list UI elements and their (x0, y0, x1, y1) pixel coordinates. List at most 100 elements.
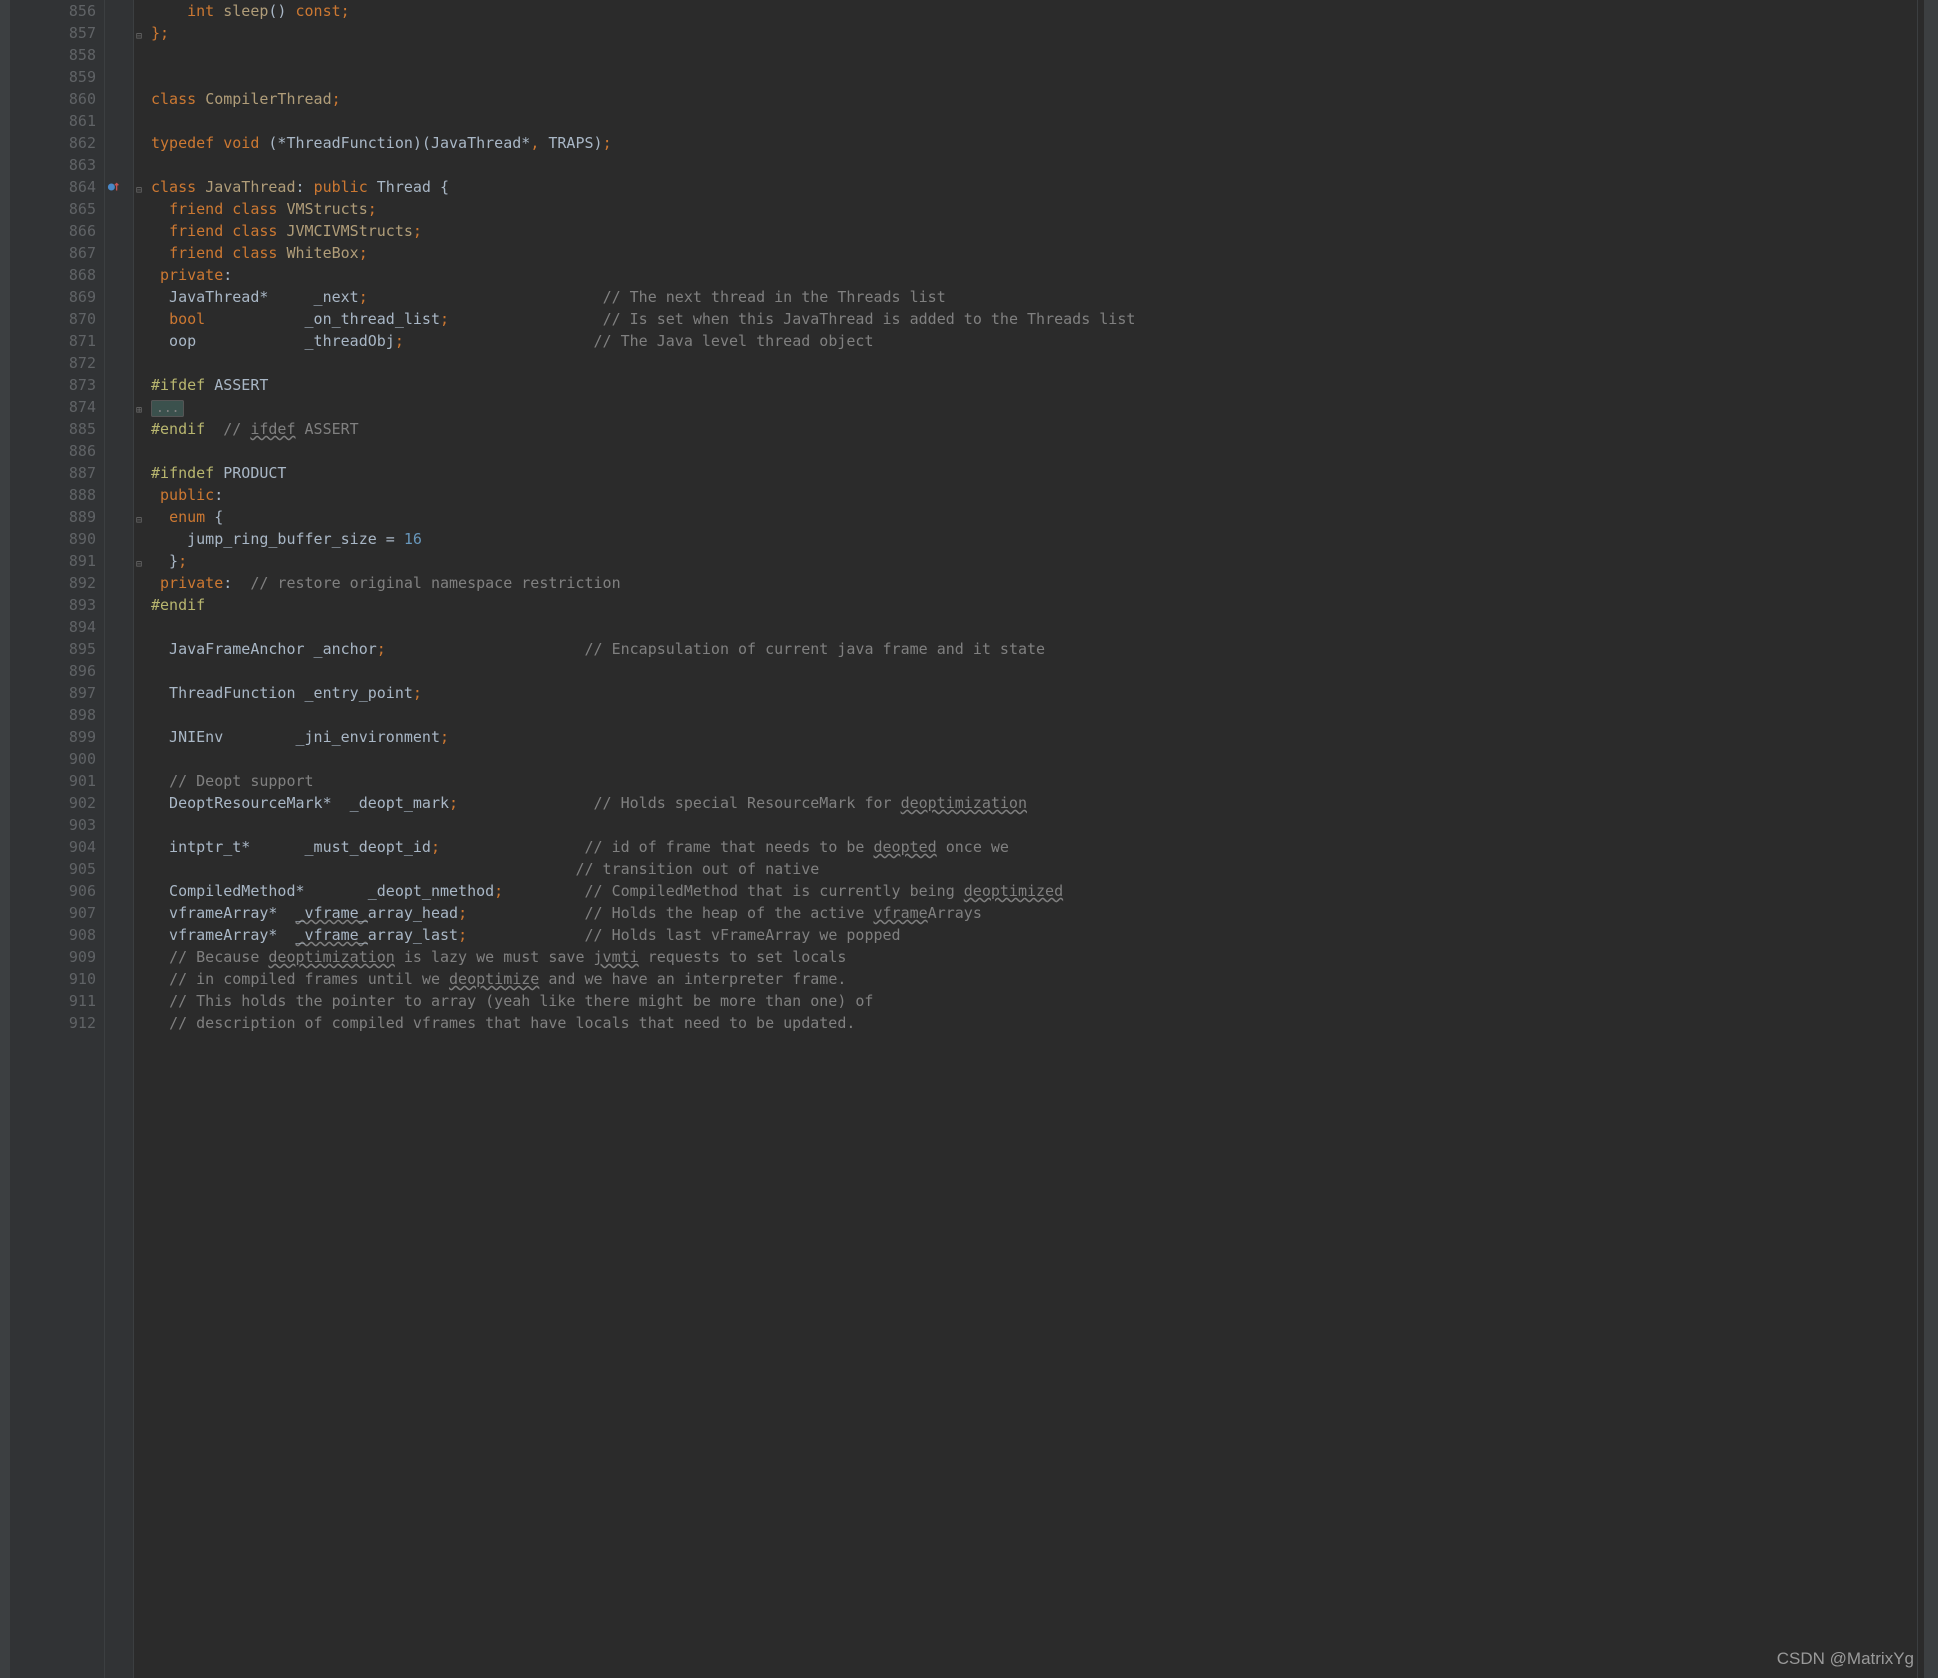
line-number: 891 (10, 550, 96, 572)
line-number: 903 (10, 814, 96, 836)
line-number: 898 (10, 704, 96, 726)
code-line[interactable]: #endif (151, 594, 1938, 616)
line-number: 892 (10, 572, 96, 594)
line-number: 890 (10, 528, 96, 550)
code-line[interactable]: // Because deoptimization is lazy we mus… (151, 946, 1938, 968)
code-line[interactable]: enum { (151, 506, 1938, 528)
code-line[interactable] (151, 352, 1938, 374)
line-number: 904 (10, 836, 96, 858)
line-number: 908 (10, 924, 96, 946)
line-number: 865 (10, 198, 96, 220)
code-line[interactable]: friend class VMStructs; (151, 198, 1938, 220)
line-number: 856 (10, 0, 96, 22)
line-number: 885 (10, 418, 96, 440)
code-line[interactable]: public: (151, 484, 1938, 506)
code-line[interactable]: typedef void (*ThreadFunction)(JavaThrea… (151, 132, 1938, 154)
code-area[interactable]: int sleep() const;}; class CompilerThread… (147, 0, 1938, 1678)
code-line[interactable]: friend class JVMCIVMStructs; (151, 220, 1938, 242)
marker-column (105, 0, 133, 1678)
line-number: 862 (10, 132, 96, 154)
code-line[interactable]: ... (151, 396, 1938, 418)
code-line[interactable]: // Deopt support (151, 770, 1938, 792)
code-line[interactable] (151, 814, 1938, 836)
line-number: 857 (10, 22, 96, 44)
code-line[interactable] (151, 616, 1938, 638)
code-line[interactable] (151, 44, 1938, 66)
code-line[interactable]: jump_ring_buffer_size = 16 (151, 528, 1938, 550)
line-number: 870 (10, 308, 96, 330)
code-line[interactable]: vframeArray* _vframe_array_last; // Hold… (151, 924, 1938, 946)
code-line[interactable] (151, 440, 1938, 462)
line-number: 868 (10, 264, 96, 286)
code-line[interactable]: }; (151, 550, 1938, 572)
code-line[interactable]: #ifdef ASSERT (151, 374, 1938, 396)
line-number: 888 (10, 484, 96, 506)
code-line[interactable] (151, 154, 1938, 176)
line-number: 872 (10, 352, 96, 374)
line-number: 909 (10, 946, 96, 968)
code-line[interactable] (151, 748, 1938, 770)
code-line[interactable]: friend class WhiteBox; (151, 242, 1938, 264)
code-line[interactable]: oop _threadObj; // The Java level thread… (151, 330, 1938, 352)
code-line[interactable]: // in compiled frames until we deoptimiz… (151, 968, 1938, 990)
line-number: 887 (10, 462, 96, 484)
code-line[interactable]: DeoptResourceMark* _deopt_mark; // Holds… (151, 792, 1938, 814)
line-number: 894 (10, 616, 96, 638)
code-line[interactable]: ThreadFunction _entry_point; (151, 682, 1938, 704)
line-number: 858 (10, 44, 96, 66)
line-number: 905 (10, 858, 96, 880)
line-number: 902 (10, 792, 96, 814)
vertical-scrollbar[interactable] (1924, 0, 1938, 1678)
line-number: 895 (10, 638, 96, 660)
line-number: 910 (10, 968, 96, 990)
folded-region[interactable]: ... (151, 400, 184, 417)
code-line[interactable]: JNIEnv _jni_environment; (151, 726, 1938, 748)
line-number: 907 (10, 902, 96, 924)
code-line[interactable] (151, 660, 1938, 682)
line-number: 863 (10, 154, 96, 176)
code-line[interactable] (151, 66, 1938, 88)
code-line[interactable]: vframeArray* _vframe_array_head; // Hold… (151, 902, 1938, 924)
code-line[interactable]: JavaThread* _next; // The next thread in… (151, 286, 1938, 308)
line-number: 874 (10, 396, 96, 418)
line-number: 866 (10, 220, 96, 242)
code-line[interactable]: private: // restore original namespace r… (151, 572, 1938, 594)
line-number: 859 (10, 66, 96, 88)
code-line[interactable]: class CompilerThread; (151, 88, 1938, 110)
code-line[interactable]: #endif // ifdef ASSERT (151, 418, 1938, 440)
code-line[interactable]: private: (151, 264, 1938, 286)
code-line[interactable]: int sleep() const; (151, 0, 1938, 22)
line-number: 912 (10, 1012, 96, 1034)
code-line[interactable] (151, 704, 1938, 726)
line-number-gutter: 8568578588598608618628638648658668678688… (10, 0, 105, 1678)
line-number: 897 (10, 682, 96, 704)
code-line[interactable]: intptr_t* _must_deopt_id; // id of frame… (151, 836, 1938, 858)
code-line[interactable]: // transition out of native (151, 858, 1938, 880)
line-number: 864 (10, 176, 96, 198)
line-number: 873 (10, 374, 96, 396)
watermark: CSDN @MatrixYg (1777, 1648, 1914, 1670)
code-line[interactable]: bool _on_thread_list; // Is set when thi… (151, 308, 1938, 330)
line-number: 911 (10, 990, 96, 1012)
line-number: 860 (10, 88, 96, 110)
line-number: 861 (10, 110, 96, 132)
right-border (1917, 0, 1918, 1678)
code-line[interactable]: #ifndef PRODUCT (151, 462, 1938, 484)
line-number: 906 (10, 880, 96, 902)
line-number: 893 (10, 594, 96, 616)
code-line[interactable]: // description of compiled vframes that … (151, 1012, 1938, 1034)
line-number: 869 (10, 286, 96, 308)
code-line[interactable] (151, 110, 1938, 132)
code-line[interactable]: JavaFrameAnchor _anchor; // Encapsulatio… (151, 638, 1938, 660)
override-icon[interactable] (107, 180, 121, 194)
line-number: 889 (10, 506, 96, 528)
code-editor[interactable]: 8568578588598608618628638648658668678688… (0, 0, 1938, 1678)
line-number: 900 (10, 748, 96, 770)
code-line[interactable]: }; (151, 22, 1938, 44)
line-number: 886 (10, 440, 96, 462)
code-line[interactable]: class JavaThread: public Thread { (151, 176, 1938, 198)
line-number: 871 (10, 330, 96, 352)
code-line[interactable]: // This holds the pointer to array (yeah… (151, 990, 1938, 1012)
fold-column[interactable]: ⊟⊟⊞⊟⊟ (133, 0, 147, 1678)
code-line[interactable]: CompiledMethod* _deopt_nmethod; // Compi… (151, 880, 1938, 902)
